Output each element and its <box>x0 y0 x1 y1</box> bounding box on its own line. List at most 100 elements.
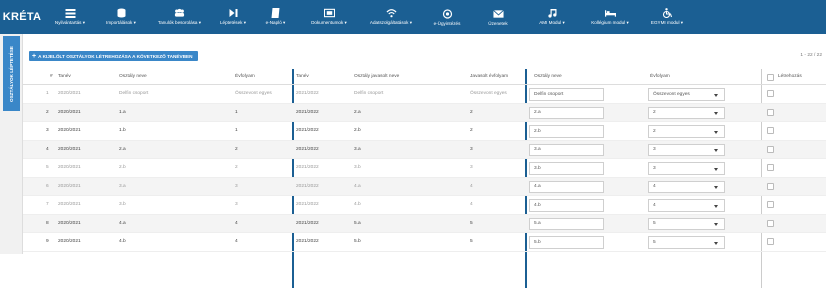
grade-select[interactable]: 3 <box>648 143 725 156</box>
sidebar-tab-osztalyok-leptetese[interactable]: OSZTÁLYOK LÉPTETÉSE <box>3 36 20 111</box>
create-checkbox[interactable] <box>767 127 774 134</box>
cell-tanev: 2020/2021 <box>58 220 81 226</box>
nav-egymi-modul[interactable]: EGYMI modul ▾ <box>640 0 694 34</box>
nav-e-naplo[interactable]: e-Napló ▾ <box>253 0 298 34</box>
class-name-input[interactable]: 3.a <box>529 143 604 156</box>
header-evfolyam[interactable]: Évfolyam <box>235 69 255 84</box>
nav-kollegium-modul[interactable]: Kollégium modul ▾ <box>580 0 640 34</box>
create-checkbox[interactable] <box>767 182 774 190</box>
grade-select[interactable]: 5 <box>648 236 725 249</box>
nav-uzenetek[interactable]: Üzenetek <box>472 0 524 34</box>
table-row[interactable]: 8 2020/2021 4.a 4 2021/2022 5.a 5 5.a 5 <box>23 214 826 233</box>
cell-tanev: 2020/2021 <box>58 183 81 189</box>
sidebar-tab-3[interactable] <box>3 152 20 180</box>
nav-adatszolgaltatasok[interactable]: Adatszolgáltatások ▾ <box>360 0 422 34</box>
table-row[interactable]: 6 2020/2021 3.a 3 2021/2022 4.a 4 4.a 4 <box>23 177 826 196</box>
create-checkbox[interactable] <box>767 90 774 97</box>
row-number: 5 <box>46 165 49 171</box>
cell-javasolt-evfolyam: Összevont egyes <box>470 91 507 97</box>
nav-label: Tanulók besorolása ▾ <box>157 20 202 25</box>
nav-label: Üzenetek <box>488 20 508 26</box>
nav-label: Adatszolgáltatások ▾ <box>369 20 413 25</box>
cell-tanev-next: 2021/2022 <box>296 146 319 152</box>
chevron-down-icon <box>714 167 718 171</box>
table-row[interactable]: 5 2020/2021 2.b 2 2021/2022 3.b 3 3.b 3 <box>23 159 826 178</box>
nav-ami-modul[interactable]: AMI Modul ▾ <box>524 0 580 34</box>
class-name-input[interactable]: 2.a <box>529 106 604 119</box>
grade-select-value: 3 <box>653 147 656 153</box>
cell-javasolt-evfolyam: 2 <box>470 128 473 134</box>
nav-dokumentumok[interactable]: Dokumentumok ▾ <box>298 0 360 34</box>
sidebar-tab-label: OSZTÁLYOK LÉPTETÉSE <box>9 45 14 102</box>
grade-select[interactable]: 5 <box>648 217 725 230</box>
cell-javasolt-nev: 4.b <box>354 202 361 208</box>
music-icon <box>547 9 556 18</box>
database-icon <box>117 8 125 18</box>
table-row[interactable]: 4 2020/2021 2.a 2 2021/2022 3.a 3 3.a 3 <box>23 140 826 159</box>
create-checkbox[interactable] <box>767 164 774 171</box>
sidebar-tab-2[interactable] <box>3 116 20 146</box>
cell-evfolyam: 1 <box>235 128 238 134</box>
create-checkbox[interactable] <box>767 201 774 208</box>
kreta-logo[interactable]: KRÉTA <box>0 0 44 34</box>
nav-e-ugyintezes[interactable]: e-Ügyintézés <box>422 0 472 34</box>
cell-evfolyam: Összevont egyes <box>235 91 272 97</box>
table-row[interactable]: 7 2020/2021 3.b 3 2021/2022 4.b 4 4.b 4 <box>23 196 826 215</box>
header-tanev[interactable]: Tanév <box>58 69 71 84</box>
grade-select[interactable]: 2 <box>648 106 725 119</box>
main-content: + A KIJELÖLT OSZTÁLYOK LÉTREHOZÁSA A KÖV… <box>23 34 826 288</box>
header-tanev-next[interactable]: Tanév <box>296 69 309 84</box>
grade-select-value: 3 <box>653 165 656 171</box>
header-osztaly-neve[interactable]: Osztály neve <box>119 69 147 84</box>
header-javasolt-evfolyam[interactable]: Javasolt évfolyam <box>470 69 508 84</box>
select-all-checkbox[interactable] <box>767 73 774 81</box>
class-name-input[interactable]: 3.b <box>529 162 604 175</box>
cell-javasolt-nev: 5.a <box>354 220 361 226</box>
header-uj-osztaly-neve[interactable]: Osztály neve <box>534 69 562 84</box>
nav-importalasok[interactable]: Importálások ▾ <box>96 0 146 34</box>
nav-nyilvantartas[interactable]: Nyilvántartás ▾ <box>44 0 96 34</box>
top-navigation-bar: KRÉTA Nyilvántartás ▾ Importálások ▾ Tan… <box>0 0 826 34</box>
grade-select-value: 2 <box>653 110 656 116</box>
class-name-input[interactable]: 2.b <box>529 125 604 138</box>
cell-javasolt-nev: 3.a <box>354 146 361 152</box>
header-osztaly-javasolt-neve[interactable]: Osztály javasolt neve <box>354 69 399 84</box>
class-name-input[interactable]: 5.a <box>529 217 604 230</box>
create-checkbox[interactable] <box>767 238 774 245</box>
cell-osztaly-neve: 4.b <box>119 239 126 245</box>
create-selected-classes-button[interactable]: + A KIJELÖLT OSZTÁLYOK LÉTREHOZÁSA A KÖV… <box>29 51 198 61</box>
table-row[interactable]: 3 2020/2021 1.b 1 2021/2022 2.b 2 2.b 2 <box>23 122 826 141</box>
cell-tanev-next: 2021/2022 <box>296 91 319 97</box>
grade-select[interactable]: 2 <box>648 125 725 138</box>
grade-select[interactable]: 3 <box>648 162 725 175</box>
cell-evfolyam: 2 <box>235 165 238 171</box>
plus-icon: + <box>32 52 37 60</box>
chevron-down-icon <box>714 186 718 189</box>
create-checkbox[interactable] <box>767 108 774 116</box>
grade-select[interactable]: 4 <box>648 199 725 212</box>
class-name-input[interactable]: 4.a <box>529 180 604 193</box>
row-number: 3 <box>46 128 49 134</box>
nav-tanulok-besorolasa[interactable]: Tanulók besorolása ▾ <box>146 0 213 34</box>
cell-tanev: 2020/2021 <box>58 91 81 97</box>
cell-evfolyam: 3 <box>235 202 238 208</box>
table-row[interactable]: 1 2020/2021 Delfin csoport Összevont egyes 2… <box>23 85 826 104</box>
cell-evfolyam: 4 <box>235 239 238 245</box>
table-row[interactable]: 9 2020/2021 4.b 4 2021/2022 5.b 5 5.b 5 <box>23 233 826 252</box>
create-checkbox[interactable] <box>767 219 774 227</box>
class-name-input[interactable]: 4.b <box>529 199 604 212</box>
header-letrehozas: Létrehozás <box>778 74 802 79</box>
cell-osztaly-neve: 3.a <box>119 183 126 189</box>
create-checkbox[interactable] <box>767 145 774 153</box>
grade-select[interactable]: 4 <box>648 180 725 193</box>
nav-leptetesek[interactable]: Léptetések ▾ <box>213 0 253 34</box>
table-row[interactable]: 2 2020/2021 1.a 1 2021/2022 2.a 2 2.a 2 <box>23 103 826 122</box>
grade-select[interactable]: Összevont egyes <box>648 88 725 101</box>
class-name-input[interactable]: 5.b <box>529 236 604 249</box>
cell-evfolyam: 3 <box>235 183 238 189</box>
class-name-input[interactable]: Delfin csoport <box>529 88 604 101</box>
cell-javasolt-evfolyam: 5 <box>470 239 473 245</box>
cell-javasolt-nev: 4.a <box>354 183 361 189</box>
header-uj-evfolyam[interactable]: Évfolyam <box>650 69 670 84</box>
cell-osztaly-neve: 3.b <box>119 202 126 208</box>
